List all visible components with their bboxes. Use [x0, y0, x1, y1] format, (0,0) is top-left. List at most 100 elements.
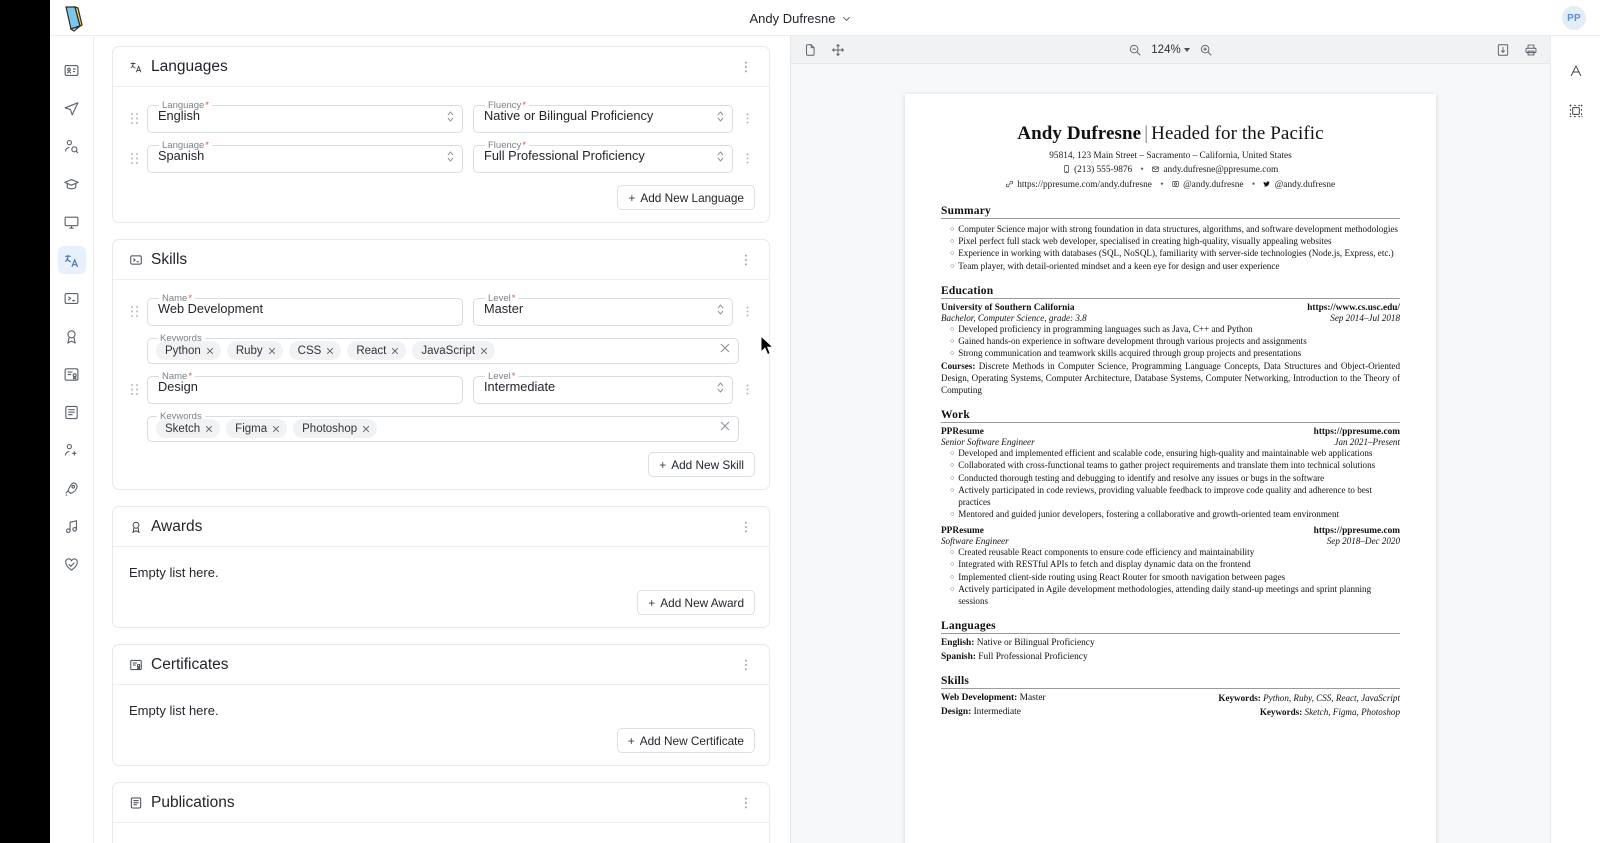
clear-keywords-icon[interactable]: [720, 421, 730, 431]
sidebar-item-experience[interactable]: [58, 208, 86, 236]
keywords-field[interactable]: Keywords Sketch Figma Photoshop: [147, 412, 739, 442]
sidebar-item-summary[interactable]: [58, 94, 86, 122]
download-icon[interactable]: [1496, 43, 1510, 57]
stepper-icon: [716, 110, 725, 123]
zoom-out-icon[interactable]: [1128, 43, 1142, 57]
sidebar-item-profiles[interactable]: [58, 132, 86, 160]
skill-name-field[interactable]: Name* Web Development: [147, 294, 463, 326]
keyword-chip[interactable]: Photoshop: [293, 419, 377, 438]
sidebar-item-projects[interactable]: [58, 474, 86, 502]
education-item: ○Developed proficiency in programming la…: [941, 323, 1400, 335]
sidebar-item-publications[interactable]: [58, 398, 86, 426]
graduation-cap-icon: [63, 176, 80, 193]
remove-icon[interactable]: [205, 425, 213, 433]
keyword-chip[interactable]: Python: [156, 341, 221, 360]
keyword-chip[interactable]: React: [347, 341, 406, 360]
certificates-menu-button[interactable]: [737, 656, 755, 674]
sidebar-item-interests[interactable]: [58, 512, 86, 540]
add-new-award-button[interactable]: + Add New Award: [637, 590, 755, 615]
education-entry-header: University of Southern California https:…: [941, 303, 1400, 313]
work-item: ○Integrated with RESTful APIs to fetch a…: [941, 558, 1400, 570]
sidebar-item-education[interactable]: [58, 170, 86, 198]
awards-card: Awards Empty list here. + Add New Award: [112, 506, 770, 628]
drag-handle-icon[interactable]: [127, 101, 141, 135]
sidebar-item-references[interactable]: [58, 436, 86, 464]
languages-card: Languages Language*: [112, 46, 770, 223]
remove-icon[interactable]: [391, 347, 399, 355]
publications-menu-button[interactable]: [737, 794, 755, 812]
print-icon[interactable]: [1524, 43, 1538, 57]
article-icon: [63, 404, 80, 421]
zoom-level-dropdown[interactable]: 124%: [1151, 44, 1189, 56]
remove-icon[interactable]: [268, 347, 276, 355]
kebab-menu-icon: [739, 658, 753, 672]
work-heading: Work: [941, 409, 1400, 421]
drag-handle-icon[interactable]: [127, 372, 141, 406]
fluency-field[interactable]: Fluency* Native or Bilingual Proficiency: [473, 101, 733, 133]
right-sidebar: [1550, 36, 1600, 843]
keyword-chip[interactable]: Figma: [226, 419, 287, 438]
skill-level-field[interactable]: Level* Intermediate: [473, 372, 733, 404]
fluency-field[interactable]: Fluency* Full Professional Proficiency: [473, 141, 733, 173]
avatar[interactable]: PP: [1562, 6, 1586, 30]
skill-level-value: Intermediate: [484, 379, 707, 394]
sidebar-item-languages[interactable]: [58, 246, 86, 274]
sidebar-item-awards[interactable]: [58, 322, 86, 350]
language-field[interactable]: Language* Spanish: [147, 141, 463, 173]
skill-row-menu-button[interactable]: [739, 372, 755, 406]
skill-level-value: Master: [484, 301, 707, 316]
remove-icon[interactable]: [362, 425, 370, 433]
language-row-menu-button[interactable]: [739, 141, 755, 175]
language-row: Language* Spanish Fluency* Full Professi…: [127, 141, 755, 175]
link-icon: [1006, 180, 1013, 188]
skill-entry: Design: Intermediate Keywords: Sketch, F…: [941, 707, 1400, 717]
work-url: https://ppresume.com: [1314, 427, 1400, 437]
add-new-language-button[interactable]: + Add New Language: [617, 185, 755, 210]
drag-handle-icon[interactable]: [127, 294, 141, 328]
sidebar-item-skills[interactable]: [58, 284, 86, 312]
skill-keywords-row: Keywords Sketch Figma Photoshop: [127, 412, 755, 442]
resume-contact-line-1: (213) 555-9876 • andy.dufresne@ppresume.…: [941, 163, 1400, 177]
certificates-card-header: Certificates: [113, 645, 769, 685]
award-medal-icon: [63, 328, 80, 345]
language-entry: Spanish: Full Professional Proficiency: [941, 652, 1400, 662]
keyword-chip[interactable]: JavaScript: [412, 341, 495, 360]
keyword-chip[interactable]: CSS: [289, 341, 342, 360]
language-field[interactable]: Language* English: [147, 101, 463, 133]
drag-handle-icon[interactable]: [127, 141, 141, 175]
keyword-chip[interactable]: Sketch: [156, 419, 220, 438]
resume-title-menu[interactable]: Andy Dufresne: [0, 0, 1600, 36]
stepper-icon: [446, 150, 455, 163]
awards-card-header: Awards: [113, 507, 769, 547]
monitor-icon: [63, 214, 80, 231]
panel-item-typography[interactable]: [1563, 58, 1589, 84]
skill-row-menu-button[interactable]: [739, 294, 755, 328]
work-entry: PPResume https://ppresume.com Software E…: [941, 526, 1400, 607]
skill-name-field[interactable]: Name* Design: [147, 372, 463, 404]
skill-level-field[interactable]: Level* Master: [473, 294, 733, 326]
awards-menu-button[interactable]: [737, 518, 755, 536]
keywords-field[interactable]: Keywords Python Ruby CSS React JavaScrip…: [147, 334, 739, 364]
sidebar-item-certificates[interactable]: [58, 360, 86, 388]
sidebar-item-volunteer[interactable]: [58, 550, 86, 578]
remove-icon[interactable]: [480, 347, 488, 355]
remove-icon[interactable]: [272, 425, 280, 433]
panel-item-layout[interactable]: [1563, 98, 1589, 124]
translate-icon: [63, 252, 80, 269]
copy-page-icon[interactable]: [803, 43, 817, 57]
move-arrows-icon[interactable]: [831, 43, 845, 57]
languages-menu-button[interactable]: [737, 58, 755, 76]
zoom-in-icon[interactable]: [1199, 43, 1213, 57]
remove-icon[interactable]: [206, 347, 214, 355]
add-new-skill-button[interactable]: + Add New Skill: [648, 452, 755, 477]
language-row-menu-button[interactable]: [739, 101, 755, 135]
clear-keywords-icon[interactable]: [720, 343, 730, 353]
language-entry-name: Spanish:: [941, 652, 976, 662]
skills-menu-button[interactable]: [737, 251, 755, 269]
preview-scroll-area[interactable]: Andy Dufresne|Headed for the Pacific 958…: [791, 64, 1550, 843]
keyword-chip[interactable]: Ruby: [227, 341, 283, 360]
add-new-certificate-button[interactable]: + Add New Certificate: [617, 728, 755, 753]
section-rule: [941, 218, 1400, 219]
remove-icon[interactable]: [326, 347, 334, 355]
sidebar-item-basics[interactable]: [58, 56, 86, 84]
